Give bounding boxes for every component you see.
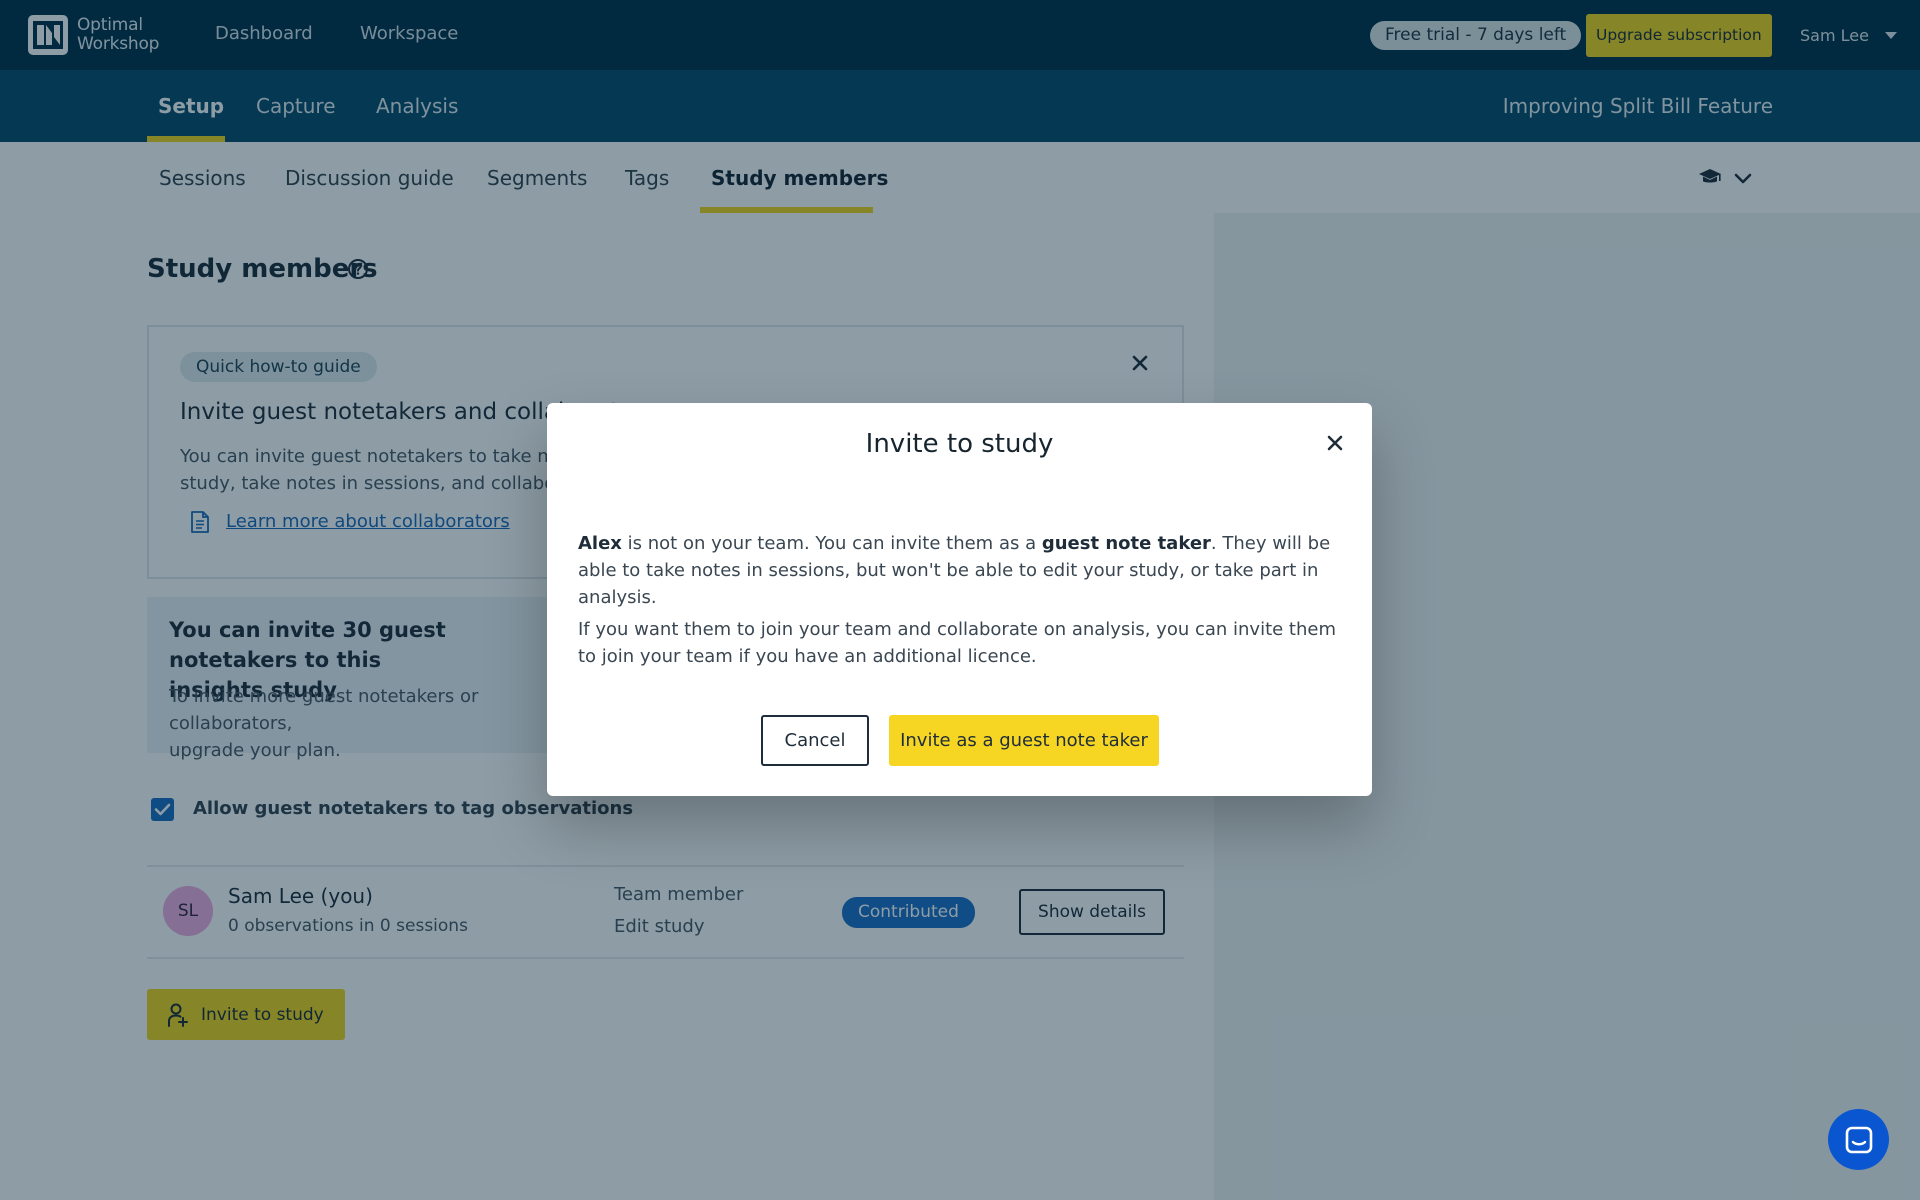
invite-modal: Invite to study Alex is not on your team… xyxy=(547,403,1372,796)
guest-role: guest note taker xyxy=(1041,533,1211,554)
modal-paragraph-1: Alex is not on your team. You can invite… xyxy=(578,530,1348,611)
chat-launcher-button[interactable] xyxy=(1828,1109,1889,1170)
invitee-name: Alex xyxy=(578,533,622,554)
chat-icon xyxy=(1845,1126,1873,1154)
modal-paragraph-2: If you want them to join your team and c… xyxy=(578,619,1337,667)
invite-guest-button[interactable]: Invite as a guest note taker xyxy=(889,715,1159,766)
cancel-button[interactable]: Cancel xyxy=(761,715,869,766)
modal-text: is not on your team. You can invite them… xyxy=(621,533,1042,554)
close-icon[interactable] xyxy=(1325,433,1345,457)
modal-title: Invite to study xyxy=(865,429,1054,459)
